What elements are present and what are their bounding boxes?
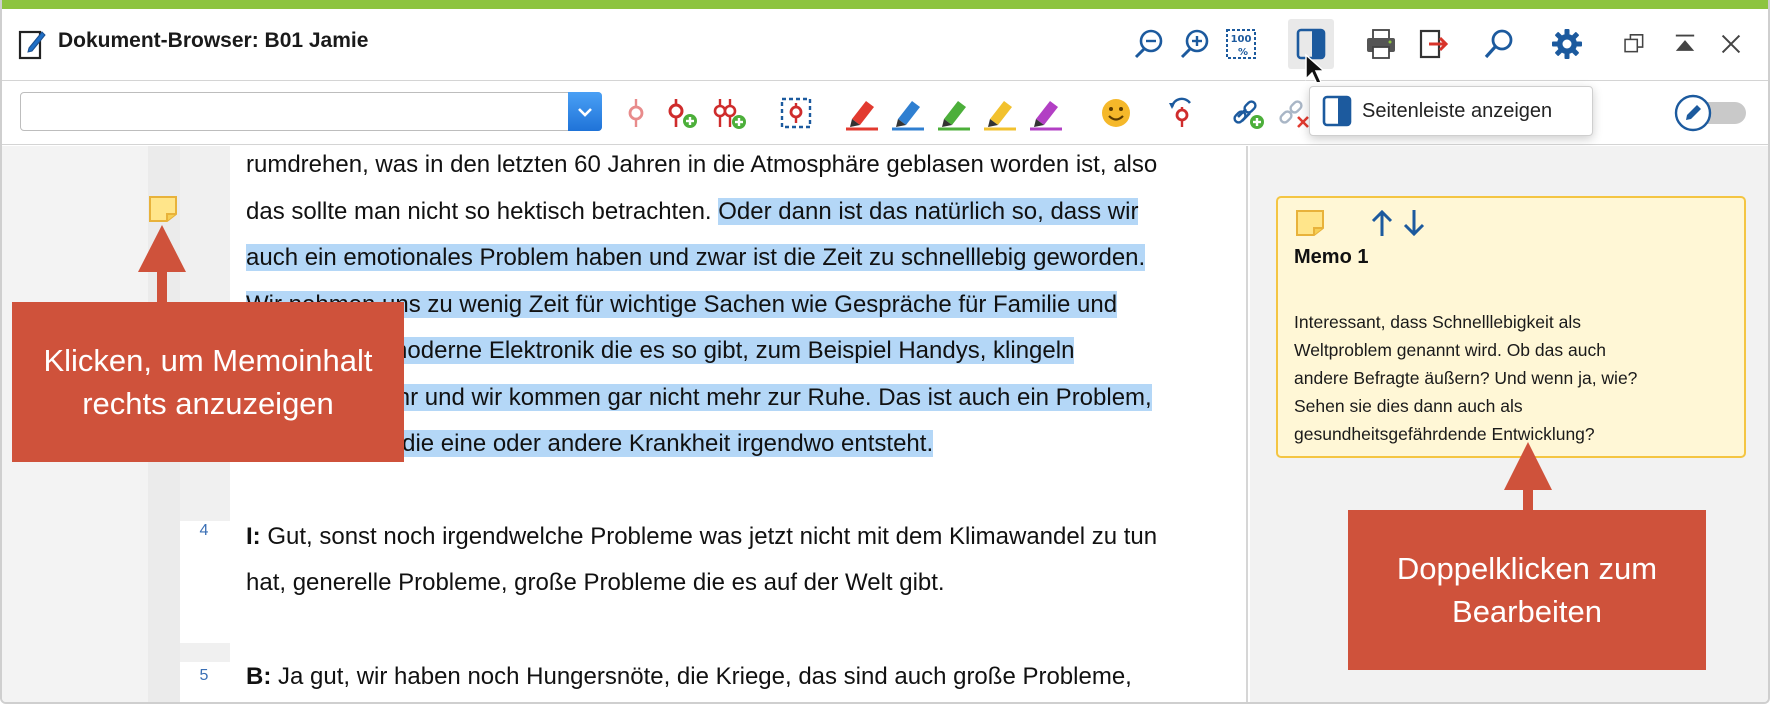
collapse-button[interactable]: [1662, 19, 1708, 69]
edit-mode-toggle[interactable]: [1674, 94, 1748, 132]
link-add-button[interactable]: [1228, 92, 1268, 134]
search-icon: [1484, 29, 1513, 59]
settings-icon: [1552, 29, 1582, 59]
speaker-label: B:: [246, 663, 272, 690]
highlighter-purple-button[interactable]: [1026, 92, 1066, 134]
sidebar-tooltip: Seitenleiste anzeigen: [1309, 86, 1593, 136]
settings-button[interactable]: [1544, 19, 1590, 69]
tooltip-label: Seitenleiste anzeigen: [1362, 99, 1553, 122]
undo-code-icon: [1169, 97, 1191, 127]
document-browser-window: Dokument-Browser: B01 Jamie 100 % Seiten…: [0, 0, 1770, 704]
code-combobox[interactable]: [20, 92, 602, 131]
export-button[interactable]: [1410, 19, 1456, 69]
restore-window-icon: [1624, 34, 1644, 53]
window-title: Dokument-Browser: B01 Jamie: [58, 29, 369, 52]
print-button[interactable]: [1358, 19, 1404, 69]
highlighter-green-icon: [938, 101, 970, 131]
highlighter-purple-icon: [1030, 101, 1062, 131]
highlighter-blue-button[interactable]: [888, 92, 928, 134]
doc-line: I: Gut, sonst noch irgendwelche Probleme…: [246, 523, 1158, 550]
zoom-out-button[interactable]: [1126, 19, 1172, 69]
link-add-icon: [1233, 100, 1264, 129]
emoticode-icon: [1102, 99, 1130, 127]
restore-window-button[interactable]: [1612, 19, 1658, 69]
highlighter-yellow-icon: [984, 101, 1016, 131]
arrow-down-icon[interactable]: [1402, 208, 1426, 238]
svg-text:%: %: [1238, 47, 1248, 58]
memo-card[interactable]: Memo 1 Interessant, dass Schnelllebigkei…: [1276, 196, 1746, 458]
export-icon: [1419, 29, 1449, 59]
doc-line: auch ein emotionales Problem haben und z…: [246, 243, 1146, 273]
memo-body: Interessant, dass Schnelllebigkeit als W…: [1294, 312, 1638, 444]
callout-left: Klicken, um Memoinhalt rechts anzuzeigen: [12, 302, 404, 462]
memo-icon: [1296, 210, 1324, 236]
search-button[interactable]: [1476, 19, 1522, 69]
arrow-up-icon[interactable]: [1370, 208, 1394, 238]
undo-code-button[interactable]: [1162, 92, 1202, 134]
title-bar: Dokument-Browser: B01 Jamie 100 %: [2, 9, 1768, 86]
close-button[interactable]: [1708, 19, 1754, 69]
code-multiple-button[interactable]: [710, 92, 750, 134]
doc-line: hat, generelle Probleme, große Probleme …: [246, 569, 945, 596]
selected-text: auch ein emotionales Problem haben und z…: [246, 244, 1146, 271]
zoom-in-icon: [1180, 29, 1209, 59]
doc-line: das sollte man nicht so hektisch betrach…: [246, 198, 1139, 225]
code-button[interactable]: [616, 92, 656, 134]
sidebar-toggle-icon: [1322, 95, 1352, 127]
doc-line: B: Ja gut, wir haben noch Hungersnöte, d…: [246, 663, 1132, 690]
close-icon: [1721, 34, 1741, 54]
chevron-down-icon: [578, 107, 592, 117]
highlighter-green-button[interactable]: [934, 92, 974, 134]
zoom-in-button[interactable]: [1172, 19, 1218, 69]
code-selection-icon: [780, 97, 812, 129]
print-icon: [1367, 29, 1395, 59]
zoom-100-label: 100: [1231, 34, 1252, 45]
zoom-100-button[interactable]: 100 %: [1218, 19, 1264, 69]
memo-icon[interactable]: [147, 194, 179, 224]
code-multiple-icon: [713, 99, 746, 129]
line-number: 5: [199, 667, 209, 684]
link-remove-icon: [1279, 100, 1309, 128]
highlighter-red-button[interactable]: [842, 92, 882, 134]
edit-document-icon: [18, 30, 46, 60]
doc-line: rumdrehen, was in den letzten 60 Jahren …: [246, 151, 1158, 178]
emoticode-button[interactable]: [1096, 92, 1136, 134]
zoom-out-icon: [1134, 29, 1163, 59]
zoom-100-icon: 100 %: [1226, 29, 1256, 59]
new-code-button[interactable]: [662, 92, 702, 134]
callout-right: Doppelklicken zum Bearbeiten: [1348, 510, 1706, 670]
memo-title: Memo 1: [1294, 246, 1369, 268]
code-icon: [628, 99, 644, 127]
highlighter-blue-icon: [892, 101, 924, 131]
collapse-icon: [1675, 34, 1695, 51]
line-number: 4: [199, 522, 209, 539]
code-selection-button[interactable]: [776, 92, 816, 134]
new-code-icon: [668, 99, 697, 128]
highlighter-yellow-button[interactable]: [980, 92, 1020, 134]
speaker-label: I:: [246, 523, 261, 550]
selected-text: Oder dann ist das natürlich so, dass wir: [718, 198, 1139, 225]
link-remove-button[interactable]: [1274, 92, 1314, 134]
highlighter-red-icon: [846, 101, 878, 131]
accent-bar: [2, 0, 1768, 9]
code-combobox-dropdown[interactable]: [568, 92, 602, 131]
